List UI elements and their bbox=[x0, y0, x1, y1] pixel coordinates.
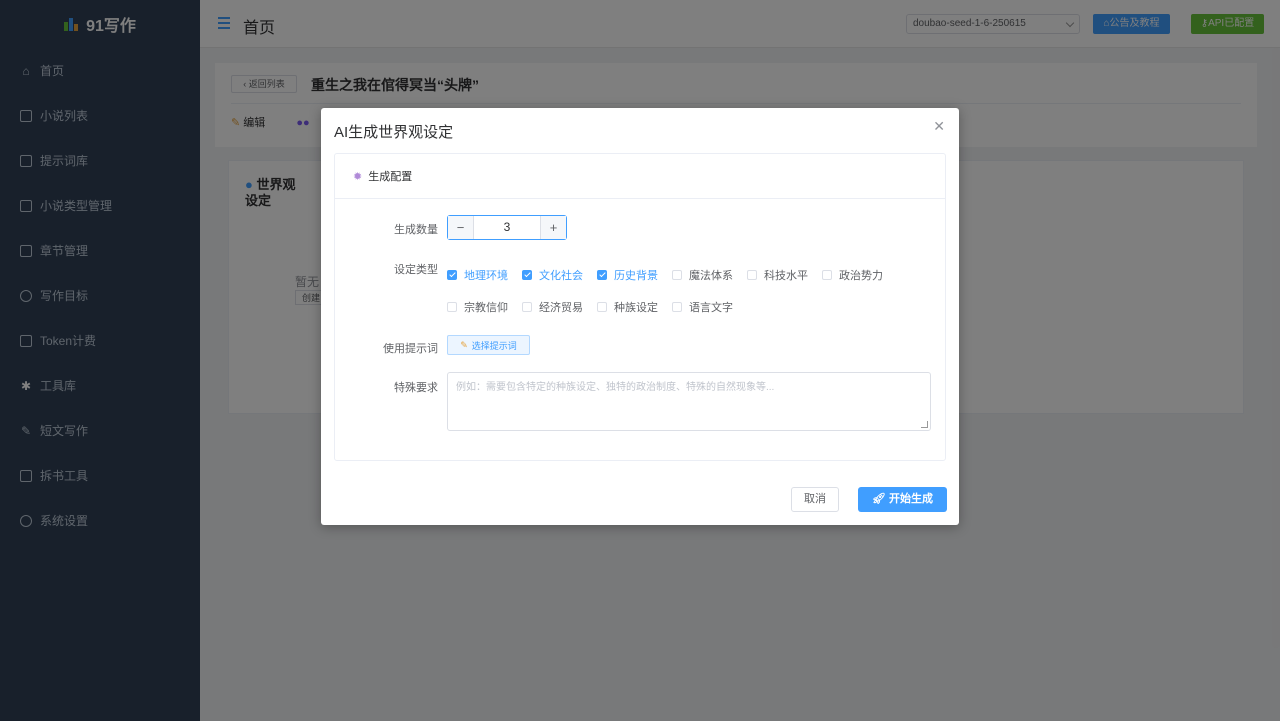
config-section-title: 生成配置 bbox=[368, 171, 413, 183]
start-generate-button[interactable]: 🚀︎ 开始生成 bbox=[858, 487, 947, 512]
checkbox-race[interactable]: 种族设定 bbox=[597, 299, 658, 315]
edit-icon: ✎ bbox=[460, 339, 468, 350]
checkbox-language[interactable]: 语言文字 bbox=[672, 299, 733, 315]
textarea-placeholder: 例如：需要包含特定的种族设定、独特的政治制度、特殊的自然现象等... bbox=[456, 382, 775, 393]
select-prompt-button[interactable]: ✎ 选择提示词 bbox=[447, 335, 530, 355]
count-label: 生成数量 bbox=[394, 224, 438, 236]
checkbox-economy[interactable]: 经济贸易 bbox=[522, 299, 583, 315]
prompt-label: 使用提示词 bbox=[383, 343, 438, 355]
quantity-value[interactable]: 3 bbox=[474, 216, 540, 239]
checkbox-culture[interactable]: 文化社会 bbox=[522, 267, 583, 283]
cancel-button[interactable]: 取消 bbox=[791, 487, 839, 512]
ai-worldview-dialog: AI生成世界观设定 ✕ ✹ 生成配置 生成数量 − 3 + 设定类型 地理环境 … bbox=[321, 108, 959, 525]
type-label: 设定类型 bbox=[394, 264, 438, 276]
decrease-button[interactable]: − bbox=[448, 216, 474, 239]
checkbox-geography[interactable]: 地理环境 bbox=[447, 267, 508, 283]
checkbox-history[interactable]: 历史背景 bbox=[597, 267, 658, 283]
dialog-title: AI生成世界观设定 bbox=[334, 124, 454, 141]
checkbox-magic[interactable]: 魔法体系 bbox=[672, 267, 733, 283]
checkbox-technology[interactable]: 科技水平 bbox=[747, 267, 808, 283]
gear-icon: ✹ bbox=[353, 170, 363, 183]
checkbox-religion[interactable]: 宗教信仰 bbox=[447, 299, 508, 315]
special-requirements-textarea[interactable]: 例如：需要包含特定的种族设定、独特的政治制度、特殊的自然现象等... bbox=[447, 372, 931, 431]
increase-button[interactable]: + bbox=[540, 216, 566, 239]
special-label: 特殊要求 bbox=[394, 382, 438, 394]
close-icon[interactable]: ✕ bbox=[933, 118, 945, 135]
config-card: ✹ 生成配置 生成数量 − 3 + 设定类型 地理环境 文化社会 历史背景 魔法… bbox=[334, 153, 946, 461]
page-scrollbar[interactable] bbox=[1272, 48, 1280, 648]
resize-handle-icon[interactable] bbox=[921, 421, 928, 428]
config-card-header: ✹ 生成配置 bbox=[335, 154, 945, 199]
rocket-icon: 🚀︎ bbox=[871, 493, 886, 505]
checkbox-politics[interactable]: 政治势力 bbox=[822, 267, 883, 283]
quantity-stepper[interactable]: − 3 + bbox=[447, 215, 567, 240]
